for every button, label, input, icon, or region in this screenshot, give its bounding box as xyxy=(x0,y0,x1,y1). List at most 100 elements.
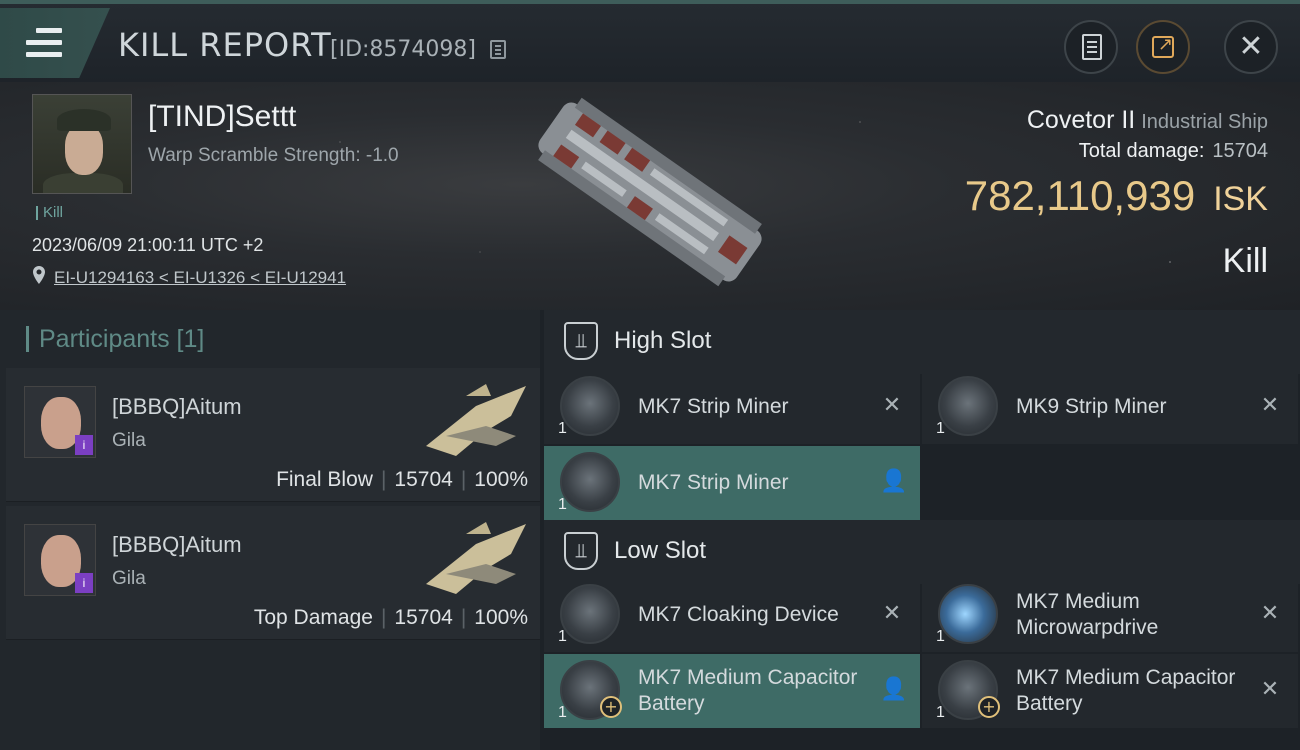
low-slot-icon xyxy=(564,532,598,570)
stat-separator: | xyxy=(460,606,467,629)
participant-percent: 100% xyxy=(474,468,528,491)
share-button[interactable] xyxy=(1136,20,1190,74)
menu-button[interactable] xyxy=(0,8,110,78)
participant-role: Top Damage xyxy=(253,606,373,629)
participant-role: Final Blow xyxy=(276,468,373,491)
plus-icon: + xyxy=(978,696,1000,718)
module-quantity: 1 xyxy=(936,704,945,721)
total-damage: Total damage: 15704 xyxy=(1079,140,1268,163)
module-quantity: 1 xyxy=(936,628,945,645)
hamburger-icon xyxy=(26,28,62,58)
participant-stats: Final Blow | 15704 | 100% xyxy=(276,468,528,492)
total-damage-value: 15704 xyxy=(1212,140,1268,162)
module-item[interactable]: + 1 MK7 Medium Capacitor Battery 👤 xyxy=(544,654,920,728)
microwarpdrive-icon xyxy=(938,584,998,644)
top-bar: KILL REPORT [ID:8574098] ✕ xyxy=(0,0,1300,82)
dropped-person-icon: 👤 xyxy=(880,469,908,494)
destroyed-icon: ✕ xyxy=(1260,601,1280,626)
ship-class: Industrial Ship xyxy=(1141,111,1268,133)
participant-avatar[interactable]: i xyxy=(24,524,96,596)
high-slot-title: High Slot xyxy=(614,327,712,354)
cloaking-device-icon xyxy=(560,584,620,644)
high-slot-header: High Slot xyxy=(544,310,1300,374)
module-quantity: 1 xyxy=(558,628,567,645)
participant-ship: Gila xyxy=(112,568,146,589)
plus-icon: + xyxy=(600,696,622,718)
stat-separator: | xyxy=(380,468,387,491)
total-damage-label: Total damage: xyxy=(1078,140,1205,162)
module-name: MK7 Medium Capacitor Battery xyxy=(638,666,858,715)
result-label: Kill xyxy=(1222,242,1268,280)
module-name: MK7 Cloaking Device xyxy=(638,603,839,626)
strip-miner-icon xyxy=(560,452,620,512)
destroyed-icon: ✕ xyxy=(882,393,902,418)
high-slot-icon xyxy=(564,322,598,360)
module-item[interactable]: 1 MK7 Strip Miner 👤 xyxy=(544,446,920,520)
participant-ship-image xyxy=(426,522,526,594)
participants-panel: Participants [1] i [BBBQ]Aitum Gila Fina… xyxy=(0,310,540,750)
participant-name: [BBBQ]Aitum xyxy=(112,394,242,419)
destroyed-icon: ✕ xyxy=(1260,677,1280,702)
participant-ship-image xyxy=(426,384,526,456)
participant-avatar[interactable]: i xyxy=(24,386,96,458)
module-quantity: 1 xyxy=(558,420,567,437)
isk-amount: 782,110,939 xyxy=(964,172,1196,219)
location-pin-icon xyxy=(33,266,45,284)
module-item[interactable]: + 1 MK7 Medium Capacitor Battery ✕ xyxy=(922,654,1298,728)
victim-portrait[interactable] xyxy=(32,94,132,194)
isk-unit: ISK xyxy=(1213,180,1268,218)
module-item[interactable]: 1 MK9 Strip Miner ✕ xyxy=(922,370,1298,444)
destroyed-icon: ✕ xyxy=(1260,393,1280,418)
module-name: MK7 Strip Miner xyxy=(638,471,789,494)
participant-card[interactable]: i [BBBQ]Aitum Gila Final Blow | 15704 | 100% xyxy=(6,368,540,502)
kill-summary: [TIND]Settt Warp Scramble Strength: -1.0… xyxy=(0,82,1300,310)
victim-ship-image xyxy=(538,97,762,287)
capacitor-battery-icon: + xyxy=(560,660,622,720)
module-quantity: 1 xyxy=(558,704,567,721)
victim-name[interactable]: [TIND]Settt xyxy=(148,100,296,134)
ship-type: Covetor II xyxy=(1026,106,1136,134)
warp-scramble-strength: Warp Scramble Strength: -1.0 xyxy=(148,145,399,166)
module-item[interactable]: 1 MK7 Strip Miner ✕ xyxy=(544,370,920,444)
clipboard-button[interactable] xyxy=(1064,20,1118,74)
participant-card[interactable]: i [BBBQ]Aitum Gila Top Damage | 15704 | 100% xyxy=(6,506,540,640)
module-name: MK7 Medium Capacitor Battery xyxy=(1016,666,1236,715)
module-quantity: 1 xyxy=(558,496,567,513)
info-badge-icon: i xyxy=(75,435,93,455)
module-name: MK9 Strip Miner xyxy=(1016,395,1167,418)
isk-value: 782,110,939 ISK xyxy=(965,172,1268,220)
participant-damage: 15704 xyxy=(394,468,453,491)
strip-miner-icon xyxy=(560,376,620,436)
participant-name: [BBBQ]Aitum xyxy=(112,532,242,557)
low-slot-header: Low Slot xyxy=(544,520,1300,584)
participant-ship: Gila xyxy=(112,430,146,451)
module-name: MK7 Strip Miner xyxy=(638,395,789,418)
copy-icon[interactable] xyxy=(490,40,506,59)
module-quantity: 1 xyxy=(936,420,945,437)
kill-tag: Kill xyxy=(36,205,63,220)
close-button[interactable]: ✕ xyxy=(1224,20,1278,74)
strip-miner-icon xyxy=(938,376,998,436)
close-icon: ✕ xyxy=(1238,29,1264,64)
low-slot-title: Low Slot xyxy=(614,537,707,564)
capacitor-battery-icon: + xyxy=(938,660,1000,720)
report-id: [ID:8574098] xyxy=(330,37,476,62)
clipboard-icon xyxy=(1082,34,1102,60)
fitting-panel: High Slot 1 MK7 Strip Miner ✕ 1 MK9 Stri… xyxy=(540,310,1300,750)
module-item[interactable]: 1 MK7 Medium Microwarpdrive ✕ xyxy=(922,578,1298,652)
participant-percent: 100% xyxy=(474,606,528,629)
participant-stats: Top Damage | 15704 | 100% xyxy=(254,606,528,630)
participants-title: Participants [1] xyxy=(26,326,204,352)
stat-separator: | xyxy=(460,468,467,491)
destroyed-icon: ✕ xyxy=(882,601,902,626)
location-link[interactable]: EI-U1294163 < EI-U1326 < EI-U12941 xyxy=(54,268,346,288)
dropped-person-icon: 👤 xyxy=(880,677,908,702)
page-title: KILL REPORT xyxy=(118,26,332,64)
share-icon xyxy=(1152,34,1174,58)
module-item[interactable]: 1 MK7 Cloaking Device ✕ xyxy=(544,578,920,652)
kill-datetime: 2023/06/09 21:00:11 UTC +2 xyxy=(32,235,264,255)
ship-name[interactable]: Covetor II Industrial Ship xyxy=(1027,106,1268,135)
stat-separator: | xyxy=(380,606,387,629)
participant-damage: 15704 xyxy=(394,606,453,629)
module-name: MK7 Medium Microwarpdrive xyxy=(1016,590,1159,639)
